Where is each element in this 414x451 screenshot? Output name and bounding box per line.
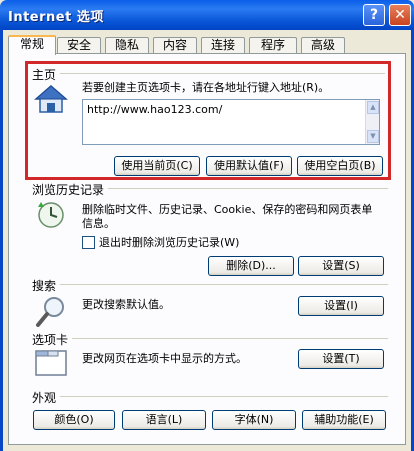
appearance-section-title: 外观 [32,391,57,405]
tabs-divider [72,338,388,339]
close-button[interactable]: ✕ [389,4,411,26]
accessibility-button[interactable]: 辅助功能(E) [302,410,386,430]
help-button[interactable]: ? [363,4,385,26]
history-clock-icon [38,202,64,228]
magnifier-icon [36,297,64,327]
tab-connections[interactable]: 连接 [201,37,245,54]
delete-on-exit-checkbox[interactable] [82,236,95,249]
history-divider [108,188,388,189]
search-settings-button[interactable]: 设置(I) [298,296,384,316]
help-icon: ? [369,7,379,23]
tab-content[interactable]: 内容 [153,37,197,54]
colors-button[interactable]: 颜色(O) [33,410,115,430]
tab-programs[interactable]: 程序 [249,37,297,54]
delete-on-exit-label: 退出时删除浏览历史记录(W) [99,236,240,249]
fonts-button[interactable]: 字体(N) [212,410,296,430]
tab-security[interactable]: 安全 [57,37,101,54]
close-icon: ✕ [394,7,406,23]
tab-general[interactable]: 常规 [8,35,56,55]
history-settings-button[interactable]: 设置(S) [298,256,384,276]
tab-advanced[interactable]: 高级 [301,37,345,54]
title-bar: Internet 选项 ? ✕ [0,0,414,30]
tabs-description: 更改网页在选项卡中显示的方式。 [82,352,247,365]
languages-button[interactable]: 语言(L) [122,410,206,430]
search-divider [60,284,388,285]
tabs-section-title: 选项卡 [32,333,69,347]
home-highlight-box [25,61,391,180]
appearance-divider [60,396,388,397]
history-section-title: 浏览历史记录 [32,183,105,197]
search-description: 更改搜索默认值。 [82,298,170,311]
history-description: 删除临时文件、历史记录、Cookie、保存的密码和网页表单信息。 [82,203,373,230]
search-section-title: 搜索 [32,279,57,293]
window-title: Internet 选项 [8,10,104,25]
tabs-window-icon [35,350,67,376]
tab-privacy[interactable]: 隐私 [105,37,149,54]
delete-history-button[interactable]: 删除(D)... [208,256,294,276]
tabs-settings-button[interactable]: 设置(T) [298,349,384,369]
